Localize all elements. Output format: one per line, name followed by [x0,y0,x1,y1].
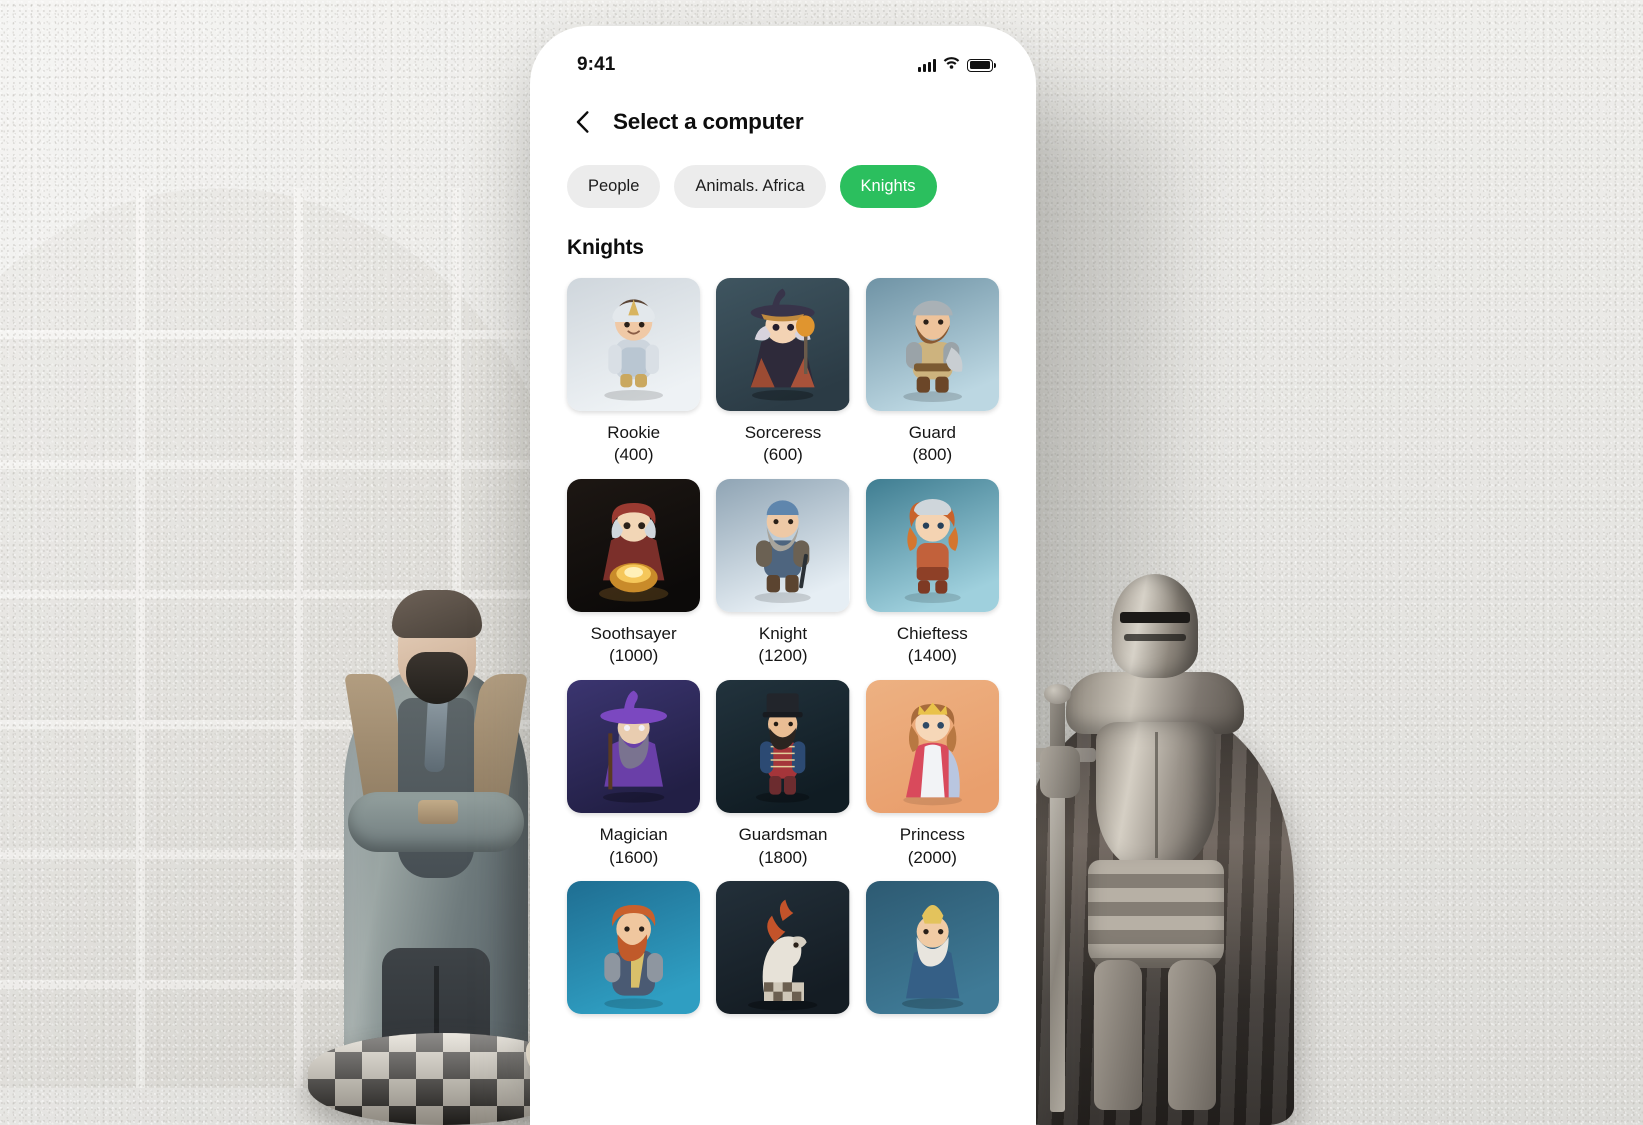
character-score: (1200) [758,646,808,666]
character-score: (1000) [609,646,659,666]
character-name: Soothsayer [590,624,677,644]
character-thumbnail[interactable] [865,679,999,814]
nav-bar: Select a computer [543,91,1023,153]
knight-leg-left [1094,960,1142,1110]
character-thumbnail[interactable] [567,277,701,411]
scene: 9:41 Select a computer People Animals. A… [0,0,1643,1125]
scholar-tie [424,697,448,773]
knight-gauntlet [1040,746,1080,798]
character-thumbnail[interactable] [716,277,850,411]
character-thumbnail[interactable] [716,478,850,613]
figurine-armored-knight [1004,560,1304,1125]
character-card[interactable]: Knight (1200) [716,478,850,668]
knight-sword-blade [1050,756,1065,1112]
character-thumbnail[interactable] [716,881,850,1015]
battery-full-icon [967,58,996,72]
character-score: (1400) [907,646,957,666]
character-name: Knight [758,624,808,644]
status-time: 9:41 [577,54,616,75]
character-score: (2000) [907,847,957,867]
character-score: (400) [613,445,654,465]
character-card[interactable]: Guard (800) [865,277,999,467]
character-grid: Rookie (400) Sorceress (600) Guard (800)… [567,277,999,1026]
character-thumbnail[interactable] [865,277,999,411]
character-card[interactable]: Rookie (400) [567,277,701,467]
knight-visor-slit [1120,612,1190,623]
character-score: (1600) [609,847,659,867]
wifi-icon [943,56,960,74]
character-card[interactable]: Guardsman (1800) [716,679,850,869]
character-name: Sorceress [744,422,822,442]
character-name: Guard [908,422,956,442]
character-score: (600) [763,445,803,465]
character-card[interactable]: Princess (2000) [865,679,999,869]
cellular-signal-icon [918,58,936,72]
character-grid-scroll[interactable]: Rookie (400) Sorceress (600) Guard (800)… [543,260,1023,1125]
character-thumbnail[interactable] [567,881,701,1015]
phone-screen: 9:41 Select a computer People Animals. A… [543,39,1023,1125]
character-name: Chieftess [896,624,968,644]
knight-sword-grip [1050,698,1065,750]
character-card[interactable] [716,881,850,1025]
knight-leg-right [1168,960,1216,1110]
section-title: Knights [567,235,644,259]
scholar-hair [392,590,482,638]
character-thumbnail[interactable] [716,679,850,814]
knight-helmet [1112,574,1198,678]
page-title: Select a computer [613,109,804,134]
phone-device: 9:41 Select a computer People Animals. A… [530,26,1036,1125]
character-score: (800) [912,445,953,465]
character-name: Guardsman [738,825,828,845]
chip-animals-africa[interactable]: Animals. Africa [674,165,826,208]
character-card[interactable]: Soothsayer (1000) [567,478,701,668]
window-mullion-vertical [136,188,145,1088]
character-card[interactable] [865,881,999,1025]
character-card[interactable]: Sorceress (600) [716,277,850,467]
character-card[interactable]: Chieftess (1400) [865,478,999,668]
character-thumbnail[interactable] [865,478,999,613]
category-chip-row: People Animals. Africa Knights [543,153,1023,208]
knight-sword-pommel [1044,684,1071,704]
character-thumbnail[interactable] [567,679,701,814]
status-bar: 9:41 [543,39,1023,91]
character-score: (1800) [758,847,808,867]
window-mullion-horizontal [0,460,580,469]
character-name: Rookie [607,422,661,442]
character-thumbnail[interactable] [567,478,701,613]
character-name: Magician [599,825,668,845]
character-thumbnail[interactable] [865,881,999,1015]
knight-visor-vent [1124,634,1186,641]
status-icons [918,56,996,74]
scholar-cuff [418,800,458,824]
character-card[interactable]: Magician (1600) [567,679,701,869]
knight-faulds [1088,860,1224,968]
chip-knights[interactable]: Knights [839,165,937,208]
character-name: Princess [899,825,965,845]
window-mullion-horizontal [0,330,580,339]
knight-breastplate [1096,722,1216,872]
character-card[interactable] [567,881,701,1025]
chevron-left-icon [576,111,588,133]
back-button[interactable] [567,105,597,139]
chip-people[interactable]: People [567,165,661,208]
